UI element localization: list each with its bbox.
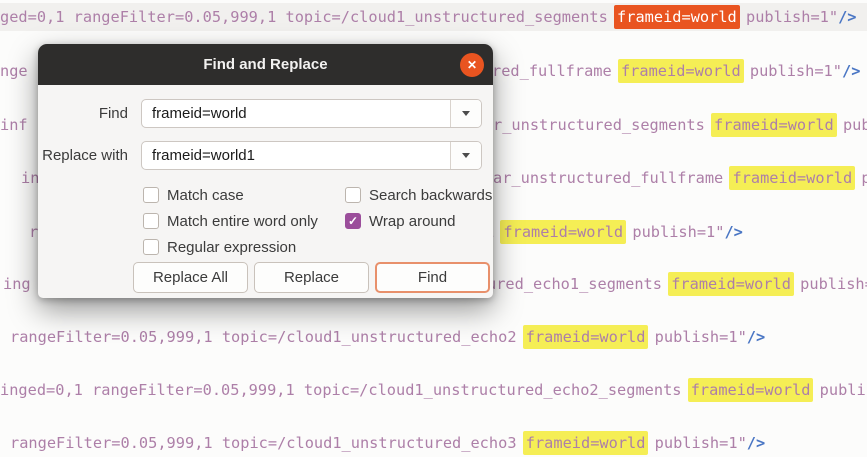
checkbox-unchecked-icon[interactable] (143, 239, 159, 255)
code-text: pu (861, 169, 867, 187)
chevron-down-icon (462, 153, 470, 158)
code-text: /> (838, 8, 857, 26)
search-match-highlight: frameid=world (500, 220, 627, 244)
code-text: /> (841, 62, 861, 80)
code-text: ing (3, 275, 31, 293)
code-text: publish=1" (740, 62, 842, 80)
code-fragment[interactable]: r_unstructured_segments frameid=world pu… (493, 111, 867, 139)
code-fragment[interactable]: 1 frameid=world publish=1"/> (485, 218, 743, 246)
checkbox-match-entire-word-only[interactable]: Match entire word only (143, 211, 318, 231)
replace-dropdown-button[interactable] (450, 142, 481, 169)
code-text: publish=1" (736, 8, 839, 26)
code-line[interactable]: rangeFilter=0.05,999,1 topic=/cloud1_uns… (0, 429, 867, 457)
replace-input[interactable] (142, 142, 450, 169)
search-match-highlight: frameid=world (617, 59, 744, 83)
checkbox-label: Match entire word only (167, 212, 318, 230)
checkbox-match-case[interactable]: Match case (143, 185, 244, 205)
code-text: publish=1" (819, 381, 867, 399)
code-text: publish=1" (645, 434, 747, 452)
checkbox-unchecked-icon[interactable] (345, 187, 361, 203)
code-fragment[interactable]: ured_echo1_segments frameid=world publis… (487, 270, 867, 298)
find-button[interactable]: Find (375, 262, 490, 293)
code-fragment[interactable]: ing (3, 270, 31, 298)
code-text: ged=0,1 rangeFilter=0.05,999,1 topic=/cl… (0, 8, 618, 26)
code-text: rangeFilter=0.05,999,1 topic=/cloud1_uns… (10, 328, 526, 346)
search-match-highlight: frameid=world (668, 272, 794, 296)
checkbox-label: Match case (167, 186, 244, 204)
code-fragment[interactable]: rangeFilter=0.05,999,1 topic=/cloud1_uns… (10, 429, 765, 457)
search-match-highlight: frameid=world (687, 378, 814, 402)
search-match-highlight: frameid=world (522, 431, 649, 455)
find-label: Find (98, 105, 128, 122)
find-input[interactable] (142, 100, 450, 127)
checkbox-label: Search backwards (369, 186, 493, 204)
checkbox-checked-icon[interactable]: ✓ (345, 213, 361, 229)
replace-button[interactable]: Replace (254, 262, 369, 293)
code-text: publ (842, 116, 867, 134)
code-text: publish=1" (623, 223, 725, 241)
checkbox-wrap-around[interactable]: ✓ Wrap around (345, 211, 455, 231)
code-line[interactable]: inged=0,1 rangeFilter=0.05,999,1 topic=/… (0, 376, 867, 404)
code-fragment[interactable]: ged=0,1 rangeFilter=0.05,999,1 topic=/cl… (0, 3, 857, 31)
code-line[interactable]: rangeFilter=0.05,999,1 topic=/cloud1_uns… (0, 323, 867, 351)
code-fragment[interactable]: inf (0, 111, 28, 139)
code-text: inf (0, 116, 28, 134)
checkbox-unchecked-icon[interactable] (143, 187, 159, 203)
search-match-highlight: frameid=world (711, 113, 837, 137)
checkbox-regular-expression[interactable]: Regular expression (143, 237, 296, 257)
code-text: nge (0, 62, 28, 80)
code-text: inged=0,1 rangeFilter=0.05,999,1 topic=/… (0, 381, 691, 399)
code-text: ar_unstructured_fullframe (493, 169, 733, 187)
dialog-button-row: Replace All Replace Find (133, 262, 490, 293)
checkbox-search-backwards[interactable]: Search backwards (345, 185, 492, 205)
code-text: r_unstructured_segments (493, 116, 715, 134)
checkbox-label: Wrap around (369, 212, 456, 230)
code-text: publish=1" (800, 275, 867, 293)
dialog-title: Find and Replace (203, 56, 328, 73)
code-fragment[interactable]: red_fullframe frameid=world publish=1"/> (492, 57, 860, 85)
current-search-match: frameid=world (614, 5, 740, 29)
search-match-highlight: frameid=world (729, 166, 856, 190)
find-combo (141, 99, 482, 128)
code-fragment[interactable]: ar_unstructured_fullframe frameid=world … (493, 164, 867, 192)
find-dropdown-button[interactable] (450, 100, 481, 127)
close-icon[interactable]: ✕ (460, 53, 484, 77)
code-fragment[interactable]: inged=0,1 rangeFilter=0.05,999,1 topic=/… (0, 376, 867, 404)
code-fragment[interactable]: in (21, 164, 39, 192)
code-line-current[interactable]: ged=0,1 rangeFilter=0.05,999,1 topic=/cl… (0, 3, 867, 31)
code-text: /> (746, 434, 766, 452)
code-text: /> (746, 328, 766, 346)
find-replace-dialog: Find and Replace ✕ Find Replace with Mat… (38, 44, 493, 298)
code-text: red_fullframe (492, 62, 621, 80)
code-text: in (21, 169, 40, 187)
chevron-down-icon (462, 111, 470, 116)
replace-label: Replace with (42, 147, 128, 164)
code-text: publish=1" (645, 328, 747, 346)
checkbox-label: Regular expression (167, 238, 297, 256)
code-text: /> (724, 223, 743, 241)
code-fragment[interactable]: rangeFilter=0.05,999,1 topic=/cloud1_uns… (10, 323, 765, 351)
replace-all-button[interactable]: Replace All (133, 262, 248, 293)
search-match-highlight: frameid=world (522, 325, 649, 349)
code-text: rangeFilter=0.05,999,1 topic=/cloud1_uns… (10, 434, 526, 452)
dialog-titlebar[interactable]: Find and Replace ✕ (38, 44, 493, 85)
code-fragment[interactable]: nge (0, 57, 28, 85)
code-text: ured_echo1_segments (487, 275, 672, 293)
replace-combo (141, 141, 482, 170)
checkbox-unchecked-icon[interactable] (143, 213, 159, 229)
